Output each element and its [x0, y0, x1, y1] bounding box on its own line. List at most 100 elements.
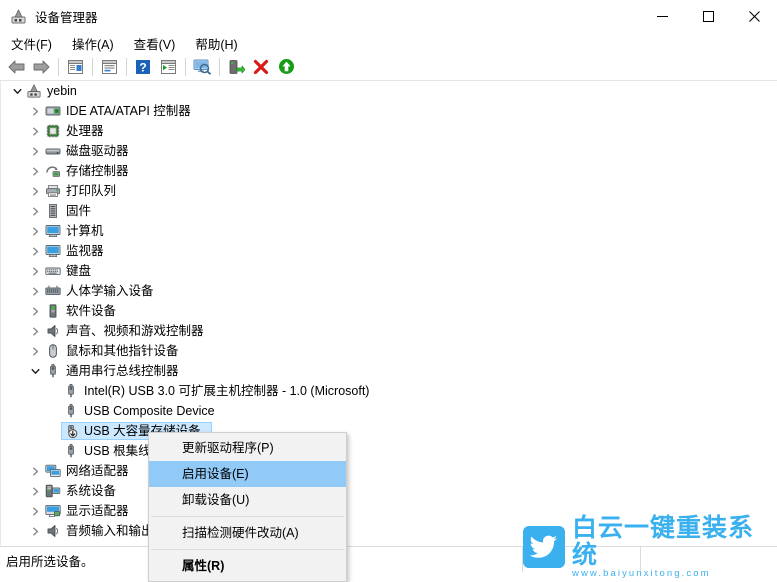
bird-logo-icon — [523, 526, 565, 568]
tree-item-content: 网络适配器 — [43, 462, 140, 480]
tree-item-label: 监视器 — [66, 244, 104, 258]
tree-item-18[interactable]: 网络适配器 — [1, 461, 777, 481]
tree-item-content: 通用串行总线控制器 — [43, 362, 190, 380]
chevron-right-icon[interactable] — [27, 121, 43, 141]
ctx-scan-hardware-changes[interactable]: 扫描检测硬件改动(A) — [149, 520, 346, 546]
tree-item-6[interactable]: 计算机 — [1, 221, 777, 241]
forward-icon[interactable] — [29, 56, 53, 78]
watermark-title: 白云一键重装系统 — [572, 513, 755, 569]
tree-item-8[interactable]: 键盘 — [1, 261, 777, 281]
tree-root-label: yebin — [47, 84, 77, 98]
tree-item-label: 处理器 — [66, 124, 104, 138]
menu-view[interactable]: 查看(V) — [125, 32, 185, 55]
menu-help[interactable]: 帮助(H) — [186, 32, 246, 55]
chevron-right-icon[interactable] — [27, 301, 43, 321]
chevron-down-icon[interactable] — [9, 81, 25, 101]
svg-text:?: ? — [139, 60, 146, 74]
tree-item-10[interactable]: 软件设备 — [1, 301, 777, 321]
tree-item-content: 计算机 — [43, 222, 115, 240]
tree-item-0[interactable]: IDE ATA/ATAPI 控制器 — [1, 101, 777, 121]
tree-item-content: 磁盘驱动器 — [43, 142, 140, 160]
scan-hardware-changes-icon[interactable] — [190, 56, 214, 78]
tree-item-label: 存储控制器 — [66, 164, 129, 178]
software-device-icon — [44, 301, 62, 321]
menu-file[interactable]: 文件(F) — [2, 32, 61, 55]
tree-item-12[interactable]: 鼠标和其他指针设备 — [1, 341, 777, 361]
uninstall-device-icon[interactable] — [249, 56, 273, 78]
chevron-right-icon[interactable] — [27, 341, 43, 361]
chevron-right-icon[interactable] — [27, 481, 43, 501]
close-icon[interactable] — [731, 0, 777, 32]
ctx-enable-device[interactable]: 启用设备(E) — [149, 461, 346, 487]
device-tree[interactable]: yebin IDE ATA/ATAPI 控制器处理器磁盘驱动器存储控制器打印队列… — [0, 81, 777, 546]
toolbar-separator — [126, 57, 127, 76]
tree-item-5[interactable]: 固件 — [1, 201, 777, 221]
tree-item-17[interactable]: USB 根集线器(USB 3.0) — [1, 441, 777, 461]
chevron-right-icon[interactable] — [27, 261, 43, 281]
usb-device-disabled-icon — [62, 421, 80, 441]
tree-item-9[interactable]: 人体学输入设备 — [1, 281, 777, 301]
tree-item-content: 键盘 — [43, 262, 102, 280]
tree-item-label: 打印队列 — [66, 184, 117, 198]
enable-device-icon[interactable] — [274, 56, 298, 78]
watermark-text: 白云一键重装系统 www.baiyunxitong.com — [572, 514, 777, 580]
chevron-right-icon[interactable] — [27, 461, 43, 481]
ctx-uninstall-device[interactable]: 卸载设备(U) — [149, 487, 346, 513]
chevron-right-icon[interactable] — [27, 101, 43, 121]
tree-root-row[interactable]: yebin — [1, 81, 777, 101]
system-device-icon — [44, 481, 62, 501]
chevron-right-icon[interactable] — [27, 181, 43, 201]
tree-item-14[interactable]: Intel(R) USB 3.0 可扩展主机控制器 - 1.0 (Microso… — [1, 381, 777, 401]
back-icon[interactable] — [4, 56, 28, 78]
tree-item-1[interactable]: 处理器 — [1, 121, 777, 141]
tree-item-3[interactable]: 存储控制器 — [1, 161, 777, 181]
storage-controller-icon — [44, 161, 62, 181]
ctx-update-driver[interactable]: 更新驱动程序(P) — [149, 435, 346, 461]
tree-item-13[interactable]: 通用串行总线控制器 — [1, 361, 777, 381]
chevron-right-icon[interactable] — [27, 161, 43, 181]
chevron-right-icon[interactable] — [27, 221, 43, 241]
help-icon[interactable]: ? — [131, 56, 155, 78]
tree-item-label: 声音、视频和游戏控制器 — [66, 324, 204, 338]
tree-item-content: 处理器 — [43, 122, 115, 140]
chevron-right-icon[interactable] — [27, 141, 43, 161]
maximize-icon[interactable] — [685, 0, 731, 32]
tree-rows-container: IDE ATA/ATAPI 控制器处理器磁盘驱动器存储控制器打印队列固件计算机监… — [1, 101, 777, 541]
tree-item-label: 显示适配器 — [66, 504, 129, 518]
tree-item-content: Intel(R) USB 3.0 可扩展主机控制器 - 1.0 (Microso… — [61, 382, 380, 400]
chevron-right-icon[interactable] — [27, 201, 43, 221]
tree-item-label: 计算机 — [66, 224, 104, 238]
ctx-properties[interactable]: 属性(R) — [149, 553, 346, 579]
usb-device-icon — [62, 401, 80, 421]
context-menu[interactable]: 更新驱动程序(P) 启用设备(E) 卸载设备(U) 扫描检测硬件改动(A) 属性… — [148, 432, 347, 582]
chevron-right-icon[interactable] — [27, 501, 43, 521]
usb-device-icon — [62, 381, 80, 401]
chevron-right-icon[interactable] — [27, 281, 43, 301]
chevron-right-icon[interactable] — [27, 241, 43, 261]
menu-action[interactable]: 操作(A) — [63, 32, 123, 55]
tree-item-4[interactable]: 打印队列 — [1, 181, 777, 201]
tree-item-19[interactable]: 系统设备 — [1, 481, 777, 501]
tree-item-content: 人体学输入设备 — [43, 282, 165, 300]
tree-item-content: 声音、视频和游戏控制器 — [43, 322, 215, 340]
tree-item-15[interactable]: USB Composite Device — [1, 401, 777, 421]
chevron-down-icon[interactable] — [27, 361, 43, 381]
action-icon[interactable] — [156, 56, 180, 78]
chevron-right-icon[interactable] — [27, 521, 43, 541]
update-driver-icon[interactable] — [224, 56, 248, 78]
tree-item-11[interactable]: 声音、视频和游戏控制器 — [1, 321, 777, 341]
tree-item-content: 打印队列 — [43, 182, 127, 200]
show-hide-console-tree-icon[interactable] — [63, 56, 87, 78]
status-text: 启用所选设备。 — [6, 555, 94, 569]
tree-item-2[interactable]: 磁盘驱动器 — [1, 141, 777, 161]
tree-item-content: 系统设备 — [43, 482, 127, 500]
tree-item-16[interactable]: USB 大容量存储设备 — [1, 421, 777, 441]
tree-item-label: 人体学输入设备 — [66, 284, 154, 298]
tree-item-7[interactable]: 监视器 — [1, 241, 777, 261]
minimize-icon[interactable] — [639, 0, 685, 32]
sound-video-game-icon — [44, 321, 62, 341]
chevron-right-icon[interactable] — [27, 321, 43, 341]
properties-icon[interactable] — [97, 56, 121, 78]
print-queue-icon — [44, 181, 62, 201]
